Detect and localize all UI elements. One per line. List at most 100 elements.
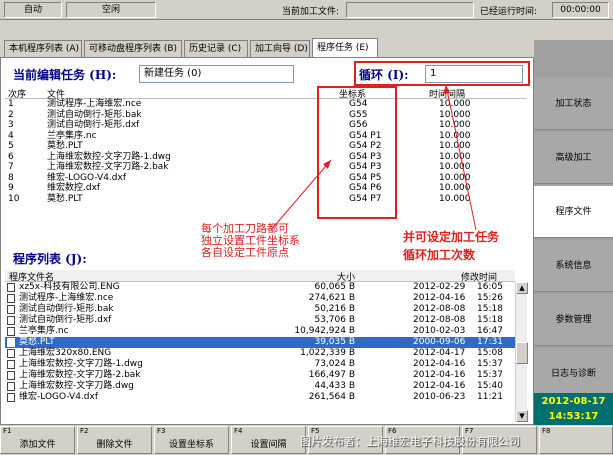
- file-row[interactable]: xz5x-科技有限公司.ENG 60,065 B 2012-02-29 16:05: [5, 282, 515, 293]
- f3-key: F3: [157, 427, 166, 435]
- f4-set-interval-button[interactable]: F4 设置间隔: [231, 426, 306, 454]
- f3-set-coord-button[interactable]: F3 设置坐标系: [154, 426, 229, 454]
- file-name: 测试程序-上海维宏.nce: [19, 293, 114, 303]
- current-file-label: 当前加工文件:: [282, 7, 340, 17]
- f2-delete-file-button[interactable]: F2 删除文件: [77, 426, 152, 454]
- file-icon: [7, 360, 15, 369]
- sidebar-item-machining-status[interactable]: 加工状态: [534, 78, 613, 130]
- file-icon: [7, 316, 15, 325]
- file-size: 166,497 B: [308, 370, 355, 380]
- file-name: 上海维宏数控-文字刀路-1.dwg: [19, 359, 143, 369]
- right-sidebar: 加工状态 高级加工 程序文件 系统信息 参数管理 日志与诊断: [534, 40, 613, 425]
- file-row[interactable]: 上海维宏320x80.ENG 1,022,339 B 2012-04-17 15:08: [5, 348, 515, 359]
- file-list-scrollbar[interactable]: ▲ ▼: [515, 282, 528, 422]
- publisher-watermark: 图片发布者：上海维宏电子科技股份有限公司: [300, 435, 520, 448]
- tab-removable-programs[interactable]: 可移动盘程序列表 (B): [84, 40, 182, 57]
- file-size: 10,942,924 B: [294, 326, 355, 336]
- file-date: 2010-06-23: [413, 392, 466, 402]
- file-size: 274,621 B: [308, 293, 355, 303]
- file-row[interactable]: 上海维宏数控-文字刀路.dwg 44,433 B 2012-04-16 15:40: [5, 381, 515, 392]
- file-time: 15:40: [477, 381, 503, 391]
- sidebar-item-advanced-machining[interactable]: 高级加工: [534, 132, 613, 184]
- file-icon: [7, 305, 15, 314]
- coord-arrow-line: [270, 159, 332, 231]
- f1-key: F1: [3, 427, 12, 435]
- file-name: 测试自动倒行-矩形.bak: [19, 304, 114, 314]
- clock-display: 2012-08-17 14:53:17: [534, 393, 613, 425]
- file-time: 16:47: [477, 326, 503, 336]
- loop-arrow-line: [445, 84, 477, 231]
- file-time: 15:37: [477, 359, 503, 369]
- file-table-header: 程序文件名 大小 修改时间: [5, 270, 515, 283]
- f3-label: 设置坐标系: [168, 440, 214, 450]
- f1-label: 添加文件: [19, 440, 56, 450]
- file-row[interactable]: 维宏-LOGO-V4.dxf 261,564 B 2010-06-23 11:21: [5, 392, 515, 403]
- runtime-value: 00:00:00: [552, 2, 609, 18]
- file-name: xz5x-科技有限公司.ENG: [19, 282, 120, 292]
- file-icon: [7, 294, 15, 303]
- f1-add-file-button[interactable]: F1 添加文件: [0, 426, 75, 454]
- tab-wizard[interactable]: 加工向导 (D): [250, 40, 310, 57]
- file-row[interactable]: 兰亭集序.nc 10,942,924 B 2010-02-03 16:47: [5, 326, 515, 337]
- tab-program-tasks[interactable]: 程序任务 (E): [312, 38, 378, 57]
- sidebar-item-parameters[interactable]: 参数管理: [534, 294, 613, 346]
- program-task-panel: 当前编辑任务 (H): 新建任务 (0) 循环 (I): 1 次序 文件 坐标系…: [0, 57, 534, 425]
- file-icon: [7, 382, 15, 391]
- f4-label: 设置间隔: [250, 440, 287, 450]
- file-size: 73,024 B: [314, 359, 355, 369]
- scroll-up-button[interactable]: ▲: [516, 282, 528, 294]
- file-time: 15:08: [477, 348, 503, 358]
- file-icon: [7, 371, 15, 380]
- file-size: 261,564 B: [308, 392, 355, 402]
- file-icon: [7, 327, 15, 336]
- file-time: 15:18: [477, 304, 503, 314]
- loop-arrow-head: [443, 85, 450, 94]
- file-time: 11:21: [477, 392, 503, 402]
- loop-note-line-1: 并可设定加工任务: [403, 230, 500, 244]
- file-name: 上海维宏数控-文字刀路-2.bak: [19, 370, 141, 380]
- scroll-down-button[interactable]: ▼: [516, 410, 528, 422]
- file-size: 53,706 B: [314, 315, 355, 325]
- file-name: 维宏-LOGO-V4.dxf: [19, 392, 99, 402]
- file-date: 2012-04-16: [413, 370, 466, 380]
- program-list-title: 程序列表 (J):: [13, 252, 87, 266]
- runtime-label: 已经运行时间:: [480, 7, 538, 17]
- scroll-thumb[interactable]: [516, 342, 528, 364]
- file-name: 上海维宏320x80.ENG: [19, 348, 112, 358]
- tab-history[interactable]: 历史记录 (C): [184, 40, 248, 57]
- file-row[interactable]: 上海维宏数控-文字刀路-2.bak 166,497 B 2012-04-16 15:3…: [5, 370, 515, 381]
- file-icon: [7, 393, 15, 402]
- file-size: 50,216 B: [314, 304, 355, 314]
- f2-key: F2: [80, 427, 89, 435]
- file-icon: [7, 283, 15, 292]
- file-time: 17:31: [477, 337, 503, 347]
- file-name: 莫愁.PLT: [19, 337, 55, 347]
- file-time: 15:18: [477, 315, 503, 325]
- sidebar-item-program-files[interactable]: 程序文件: [534, 186, 613, 238]
- file-row[interactable]: 测试自动倒行-矩形.bak 50,216 B 2012-08-08 15:18: [5, 304, 515, 315]
- file-row[interactable]: 上海维宏数控-文字刀路-1.dwg 73,024 B 2012-04-16 15:37: [5, 359, 515, 370]
- file-name: 测试自动倒行-矩形.dxf: [19, 315, 112, 325]
- file-date: 2012-02-29: [413, 282, 466, 292]
- file-size: 60,065 B: [314, 282, 355, 292]
- tab-local-programs[interactable]: 本机程序列表 (A): [4, 40, 82, 57]
- file-name: 上海维宏数控-文字刀路.dwg: [19, 381, 134, 391]
- sidebar-item-system-info[interactable]: 系统信息: [534, 240, 613, 292]
- file-date: 2012-04-16: [413, 381, 466, 391]
- f2-label: 删除文件: [96, 440, 133, 450]
- file-row[interactable]: 莫愁.PLT 39,035 B 2000-09-06 17:31: [5, 337, 515, 348]
- file-time: 16:05: [477, 282, 503, 292]
- file-row[interactable]: 测试自动倒行-矩形.dxf 53,706 B 2012-08-08 15:18: [5, 315, 515, 326]
- loop-note-line-2: 循环加工次数: [403, 248, 476, 262]
- top-status-bar: 自动 空闲 当前加工文件: 已经运行时间: 00:00:00: [0, 0, 613, 20]
- file-date: 2012-04-17: [413, 348, 466, 358]
- coord-note-line-3: 各自设定工件原点: [201, 246, 289, 259]
- file-date: 2012-08-08: [413, 304, 466, 314]
- program-file-table: 程序文件名 大小 修改时间 xz5x-科技有限公司.ENG 60,065 B 201…: [5, 270, 515, 403]
- f4-key: F4: [234, 427, 243, 435]
- f8-key: F8: [542, 427, 551, 435]
- f8-button[interactable]: F8: [539, 426, 613, 454]
- current-file-value: [346, 2, 474, 18]
- file-row[interactable]: 测试程序-上海维宏.nce 274,621 B 2012-04-16 15:26: [5, 293, 515, 304]
- file-time: 15:26: [477, 293, 503, 303]
